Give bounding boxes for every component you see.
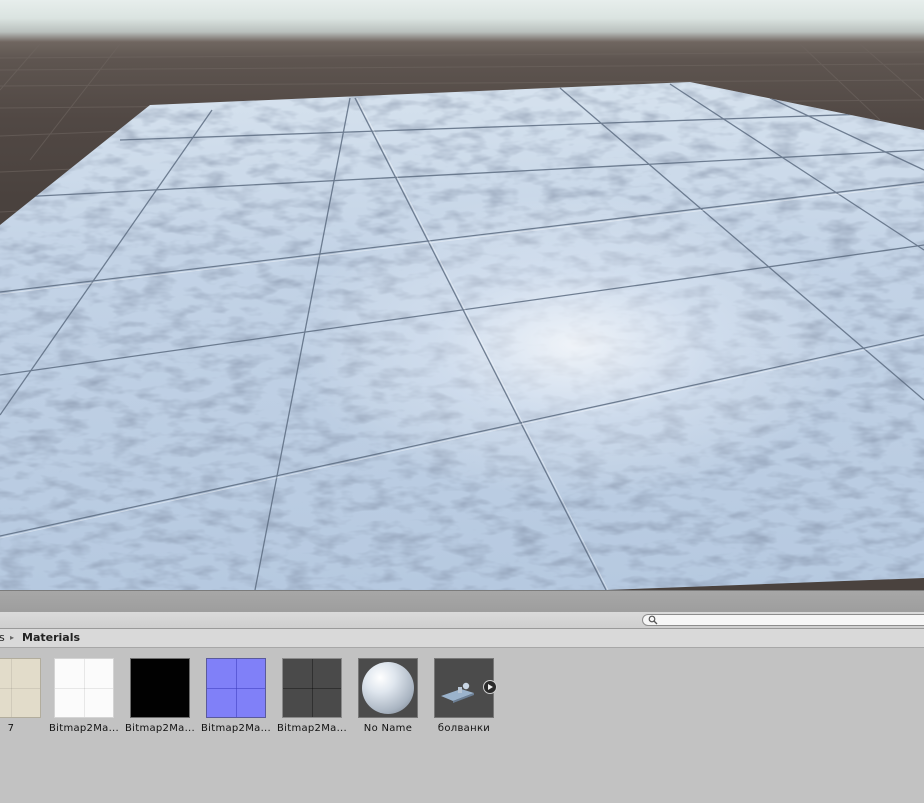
texture-thumbnail: [130, 658, 190, 718]
search-icon: [648, 615, 658, 625]
asset-grid: 7 Bitmap2Ma... Bitmap2Ma... Bitmap2Ma...…: [0, 648, 924, 803]
texture-thumbnail: [0, 658, 41, 718]
breadcrumb-item-parent[interactable]: s: [0, 629, 5, 647]
search-input[interactable]: [642, 614, 924, 626]
asset-label: Bitmap2Ma...: [124, 723, 196, 734]
texture-thumbnail: [54, 658, 114, 718]
asset-item[interactable]: Bitmap2Ma...: [46, 658, 122, 738]
breadcrumb-item-materials[interactable]: Materials: [22, 629, 80, 647]
asset-label: болванки: [437, 723, 491, 734]
scene-render: [0, 43, 924, 590]
texture-thumbnail: [282, 658, 342, 718]
play-arrow-icon[interactable]: [483, 680, 497, 694]
scene-view[interactable]: [0, 0, 924, 590]
asset-item[interactable]: Bitmap2Ma...: [198, 658, 274, 738]
asset-label: Bitmap2Ma...: [48, 723, 120, 734]
material-preview: [358, 658, 418, 718]
breadcrumb-separator-icon: ▸: [10, 633, 15, 642]
texture-thumbnail: [206, 658, 266, 718]
asset-item[interactable]: Bitmap2Ma...: [122, 658, 198, 738]
asset-item[interactable]: болванки: [426, 658, 502, 738]
asset-item[interactable]: No Name: [350, 658, 426, 738]
breadcrumb: s ▸ Materials: [0, 629, 924, 648]
asset-label: Bitmap2Ma...: [200, 723, 272, 734]
sphere-icon: [362, 662, 414, 714]
asset-label: No Name: [363, 723, 413, 734]
panel-splitter[interactable]: [0, 590, 924, 613]
asset-label: Bitmap2Ma...: [276, 723, 348, 734]
asset-item[interactable]: Bitmap2Ma...: [274, 658, 350, 738]
floor-surface: [0, 82, 924, 590]
project-toolbar: [0, 612, 924, 629]
